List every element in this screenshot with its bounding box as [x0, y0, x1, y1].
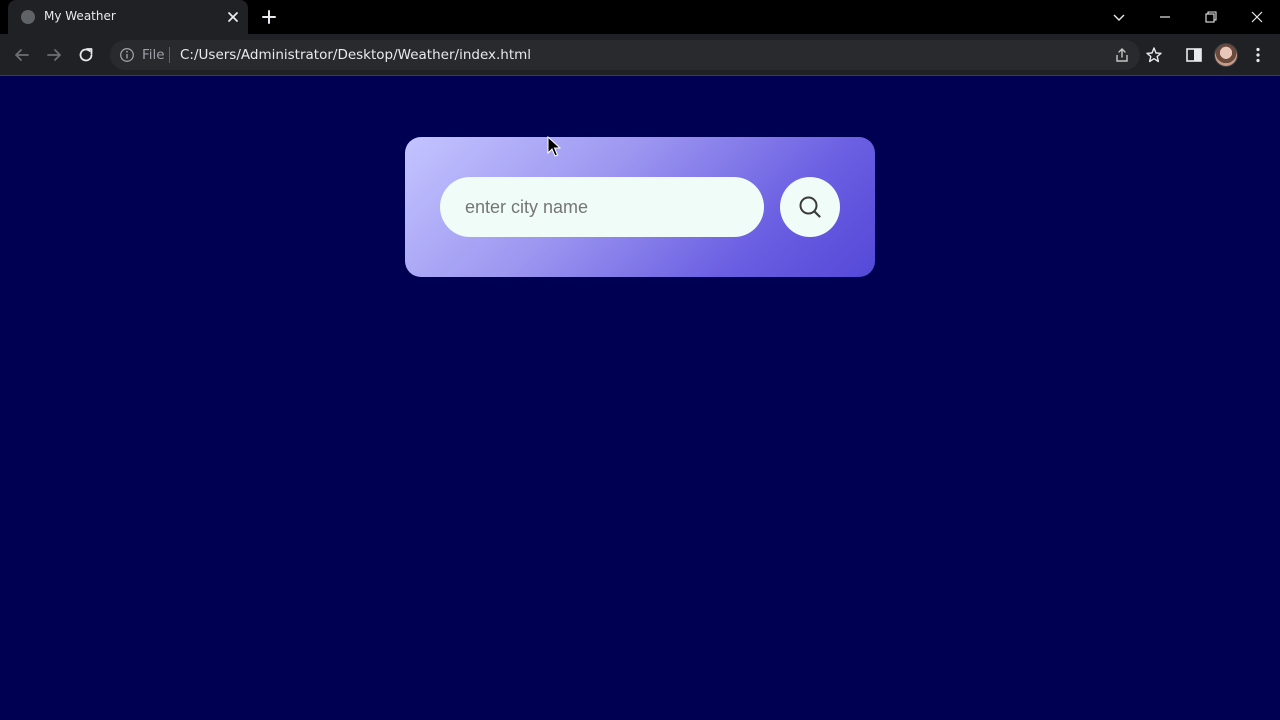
side-panel-icon[interactable] — [1184, 45, 1204, 65]
new-tab-icon[interactable] — [260, 8, 278, 26]
mouse-cursor-icon — [547, 136, 561, 157]
close-window-icon[interactable] — [1246, 6, 1268, 28]
share-icon[interactable] — [1113, 46, 1131, 64]
search-button[interactable] — [780, 177, 840, 237]
weather-search-card — [405, 137, 875, 277]
globe-icon — [21, 10, 35, 24]
reload-icon[interactable] — [76, 45, 96, 65]
url-scheme-label: File — [142, 47, 165, 63]
browser-tab-strip: My Weather — [0, 0, 1280, 34]
address-bar[interactable]: File C:/Users/Administrator/Desktop/Weat… — [110, 40, 1140, 70]
back-icon[interactable] — [12, 45, 32, 65]
tab-title: My Weather — [44, 9, 116, 23]
restore-icon[interactable] — [1200, 6, 1222, 28]
profile-avatar[interactable] — [1214, 43, 1238, 67]
address-divider — [169, 47, 170, 63]
bookmark-star-icon[interactable] — [1144, 45, 1164, 65]
browser-toolbar: File C:/Users/Administrator/Desktop/Weat… — [0, 34, 1280, 76]
more-menu-icon[interactable] — [1248, 45, 1268, 65]
close-tab-icon[interactable] — [224, 8, 242, 26]
search-icon — [799, 196, 821, 218]
forward-icon[interactable] — [44, 45, 64, 65]
city-search-input[interactable] — [440, 177, 764, 237]
url-text[interactable]: C:/Users/Administrator/Desktop/Weather/i… — [180, 47, 531, 63]
browser-tab[interactable]: My Weather — [8, 0, 248, 34]
minimize-icon[interactable] — [1154, 6, 1176, 28]
tab-search-chevron-icon[interactable] — [1108, 6, 1130, 28]
site-info-icon[interactable] — [119, 47, 135, 63]
